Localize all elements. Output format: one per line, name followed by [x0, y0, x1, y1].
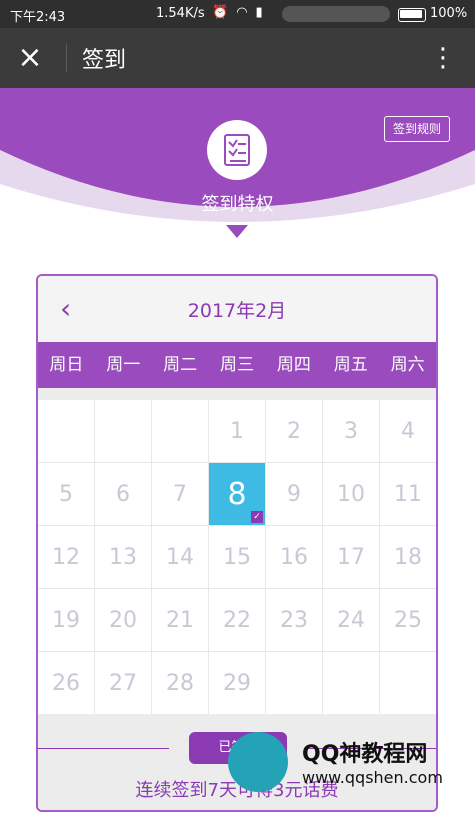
day-cell[interactable]: 13	[95, 526, 152, 589]
day-cell[interactable]: 28	[152, 652, 209, 715]
day-cell[interactable]: 19	[38, 589, 95, 652]
day-cell[interactable]: 9	[266, 463, 323, 526]
weekday-mon: 周一	[106, 355, 141, 375]
calendar-footer: 已签到 连续签到7天可得3元话费	[38, 714, 436, 810]
wifi-icon: ◠	[236, 5, 248, 20]
day-cell[interactable]: 3	[323, 400, 380, 463]
footer-line-right	[306, 748, 436, 749]
day-cell[interactable]: 16	[266, 526, 323, 589]
privilege-label: 签到特权	[201, 194, 274, 215]
weekday-thu: 周四	[276, 355, 311, 375]
weekday-tue: 周二	[163, 355, 198, 375]
title-separator	[66, 44, 67, 72]
empty-day-cell	[152, 400, 209, 463]
streak-text: 连续签到7天可得3元话费	[135, 780, 339, 801]
day-cell[interactable]: 11	[380, 463, 436, 526]
weekday-fri: 周五	[333, 355, 368, 375]
day-cell[interactable]: 29	[209, 652, 266, 715]
day-cell[interactable]: 10	[323, 463, 380, 526]
signed-button[interactable]: 已签到	[189, 732, 287, 764]
day-cell[interactable]: 2	[266, 400, 323, 463]
day-cell[interactable]: 15	[209, 526, 266, 589]
battery-icon	[398, 8, 426, 22]
day-cell[interactable]: 6	[95, 463, 152, 526]
alarm-icon: ⏰	[212, 5, 229, 20]
empty-day-cell	[95, 400, 152, 463]
day-cell[interactable]: 1	[209, 400, 266, 463]
weekday-wed: 周三	[220, 355, 254, 375]
checkmark-icon: ✓	[251, 511, 263, 523]
calendar-header: ‹ 2017年2月	[38, 276, 436, 342]
signal-icon: ▮	[255, 5, 263, 20]
day-cell[interactable]: 20	[95, 589, 152, 652]
status-bar: 下午2:43 1.54K/s ⏰ ◠ ▮ 100%	[0, 0, 475, 28]
day-cell[interactable]: 22	[209, 589, 266, 652]
day-cell[interactable]: 8 ✓	[209, 463, 266, 526]
weekday-sat: 周六	[390, 355, 425, 375]
calendar-card: ‹ 2017年2月 周日 周一 周二 周三 周四 周五 周六 1 2 3 4 5 6 7 8 ✓…	[36, 274, 438, 812]
empty-day-cell	[266, 652, 323, 715]
day-cell[interactable]: 27	[95, 652, 152, 715]
day-cell[interactable]: 18	[380, 526, 436, 589]
day-cell[interactable]: 26	[38, 652, 95, 715]
day-cell[interactable]: 24	[323, 589, 380, 652]
month-label: 2017年2月	[187, 300, 287, 322]
more-vertical-icon[interactable]: ⋮	[430, 42, 456, 74]
checklist-icon	[207, 120, 267, 180]
day-cell[interactable]: 21	[152, 589, 209, 652]
day-cell[interactable]: 12	[38, 526, 95, 589]
title-bar: × 签到 ⋮	[0, 28, 475, 88]
empty-day-cell	[380, 652, 436, 715]
rules-button[interactable]: 签到规则	[384, 116, 450, 142]
calendar-grid-band	[38, 388, 436, 400]
blurred-status-area	[282, 6, 390, 22]
day-cell[interactable]: 4	[380, 400, 436, 463]
footer-line-left	[38, 748, 169, 749]
status-time: 下午2:43	[10, 10, 66, 25]
battery-percent: 100%	[430, 6, 468, 21]
day-cell[interactable]: 14	[152, 526, 209, 589]
status-icons: ⏰ ◠ ▮	[212, 5, 263, 20]
network-speed: 1.54K/s	[156, 6, 205, 21]
weekday-sun: 周日	[49, 355, 84, 375]
day-cell[interactable]: 25	[380, 589, 436, 652]
day-cell[interactable]: 17	[323, 526, 380, 589]
weekday-row: 周日 周一 周二 周三 周四 周五 周六	[38, 342, 436, 388]
day-cell[interactable]: 5	[38, 463, 95, 526]
day-cell[interactable]: 7	[152, 463, 209, 526]
empty-day-cell	[38, 400, 95, 463]
page-title: 签到	[82, 48, 127, 73]
close-icon[interactable]: ×	[14, 42, 46, 74]
day-cell[interactable]: 23	[266, 589, 323, 652]
empty-day-cell	[323, 652, 380, 715]
